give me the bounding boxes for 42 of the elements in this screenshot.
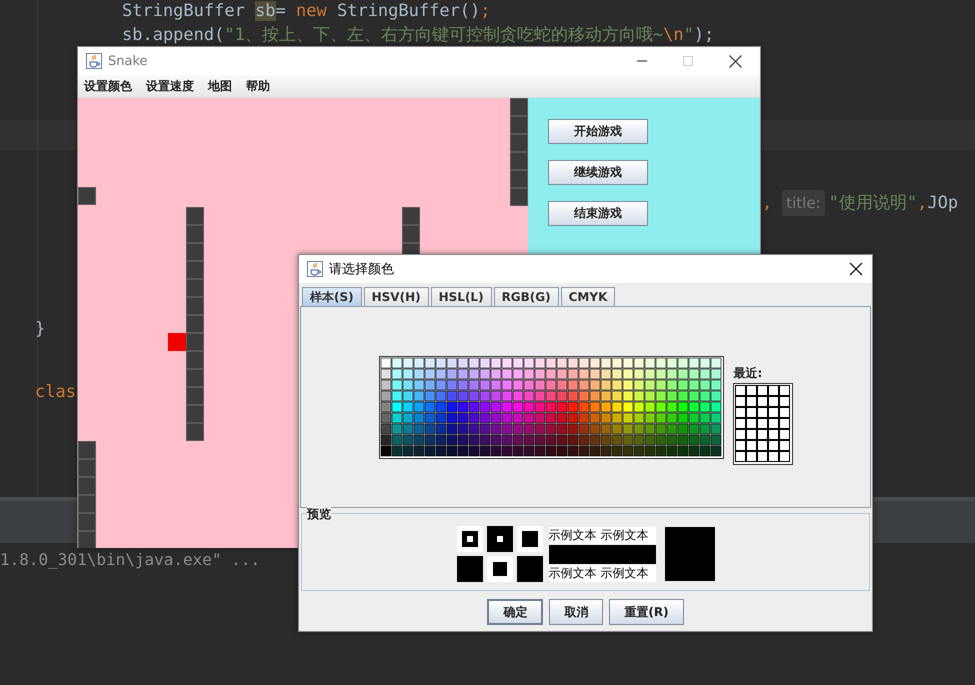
food-block bbox=[168, 333, 186, 351]
color-swatch-grid[interactable] bbox=[380, 357, 722, 458]
wall-block bbox=[78, 187, 96, 205]
game-button[interactable]: 继续游戏 bbox=[548, 160, 648, 185]
dialog-button[interactable]: 取消 bbox=[549, 599, 604, 625]
recent-swatch-grid[interactable] bbox=[734, 384, 792, 464]
menu-item[interactable]: 帮助 bbox=[246, 78, 270, 94]
close-icon[interactable] bbox=[848, 262, 864, 276]
tab[interactable]: CMYK bbox=[560, 287, 616, 306]
preview-label: 预览 bbox=[307, 506, 331, 523]
menu-item[interactable]: 设置速度 bbox=[146, 78, 194, 94]
code-text: , bbox=[762, 192, 772, 214]
console-text: 1.8.0_301\bin\java.exe" ... bbox=[0, 550, 260, 569]
window-title: Snake bbox=[108, 54, 149, 68]
close-icon[interactable] bbox=[729, 54, 742, 68]
dialog-button[interactable]: 确定 bbox=[487, 599, 544, 625]
code-text: } bbox=[35, 318, 46, 340]
maximize-icon bbox=[683, 56, 693, 66]
code-text: clas bbox=[35, 381, 76, 403]
recent-label: 最近: bbox=[734, 365, 764, 382]
color-preview-swatch bbox=[664, 527, 714, 581]
menu-item[interactable]: 地图 bbox=[208, 78, 232, 94]
dialog-button[interactable]: 重置(R) bbox=[609, 599, 684, 625]
code-text: "使用说明",JOp bbox=[828, 192, 958, 214]
code-text: StringBuffer sb= new StringBuffer(); bbox=[122, 0, 491, 22]
game-button[interactable]: 开始游戏 bbox=[548, 119, 648, 144]
sample-text: 示例文本 bbox=[600, 564, 648, 582]
code-text: sb.append("1、按上、下、左、右方向键可控制贪吃蛇的移动方向哦~\n"); bbox=[122, 24, 714, 46]
coffee-cup-icon bbox=[86, 53, 102, 69]
tab[interactable]: HSL(L) bbox=[430, 287, 492, 306]
sample-text: 示例文本 bbox=[548, 526, 596, 544]
sample-text: 示例文本 bbox=[600, 526, 648, 544]
minimize-icon[interactable] bbox=[637, 60, 647, 62]
inlay-hint: title: bbox=[782, 190, 825, 216]
sample-text: 示例文本 bbox=[548, 564, 596, 582]
tab[interactable]: HSV(H) bbox=[364, 287, 429, 306]
menu-item[interactable]: 设置颜色 bbox=[84, 78, 132, 94]
tab[interactable]: RGB(G) bbox=[494, 287, 559, 306]
game-button[interactable]: 结束游戏 bbox=[548, 201, 648, 226]
coffee-cup-icon bbox=[307, 261, 323, 277]
tab[interactable]: 样本(S) bbox=[302, 287, 362, 306]
dialog-title: 请选择颜色 bbox=[329, 261, 395, 278]
